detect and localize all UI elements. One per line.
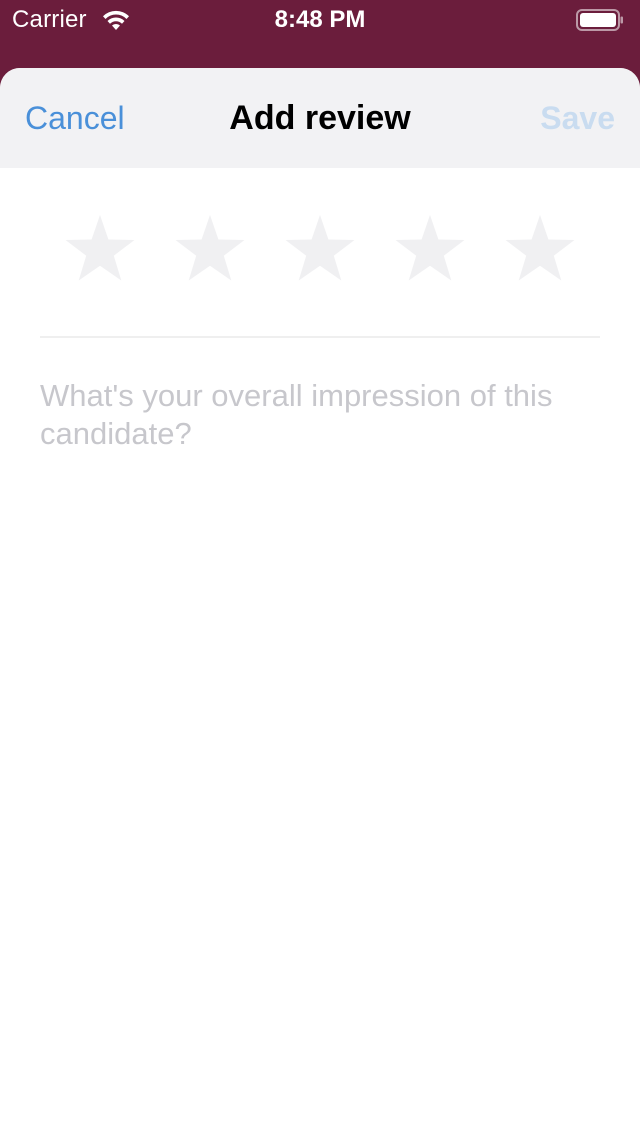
nav-bar: Cancel Add review Save: [0, 68, 640, 168]
battery-icon: [576, 9, 624, 31]
star-icon[interactable]: [62, 212, 138, 288]
status-bar: Carrier 8:48 PM: [0, 0, 640, 40]
star-icon[interactable]: [172, 212, 248, 288]
star-icon[interactable]: [282, 212, 358, 288]
star-icon[interactable]: [502, 212, 578, 288]
cancel-button[interactable]: Cancel: [25, 99, 125, 137]
star-icon[interactable]: [392, 212, 468, 288]
star-rating: [0, 212, 640, 288]
divider: [40, 336, 600, 338]
review-text-input[interactable]: [40, 377, 600, 977]
add-review-sheet: Cancel Add review Save: [0, 68, 640, 1136]
save-button[interactable]: Save: [540, 99, 615, 137]
status-time: 8:48 PM: [274, 6, 366, 33]
